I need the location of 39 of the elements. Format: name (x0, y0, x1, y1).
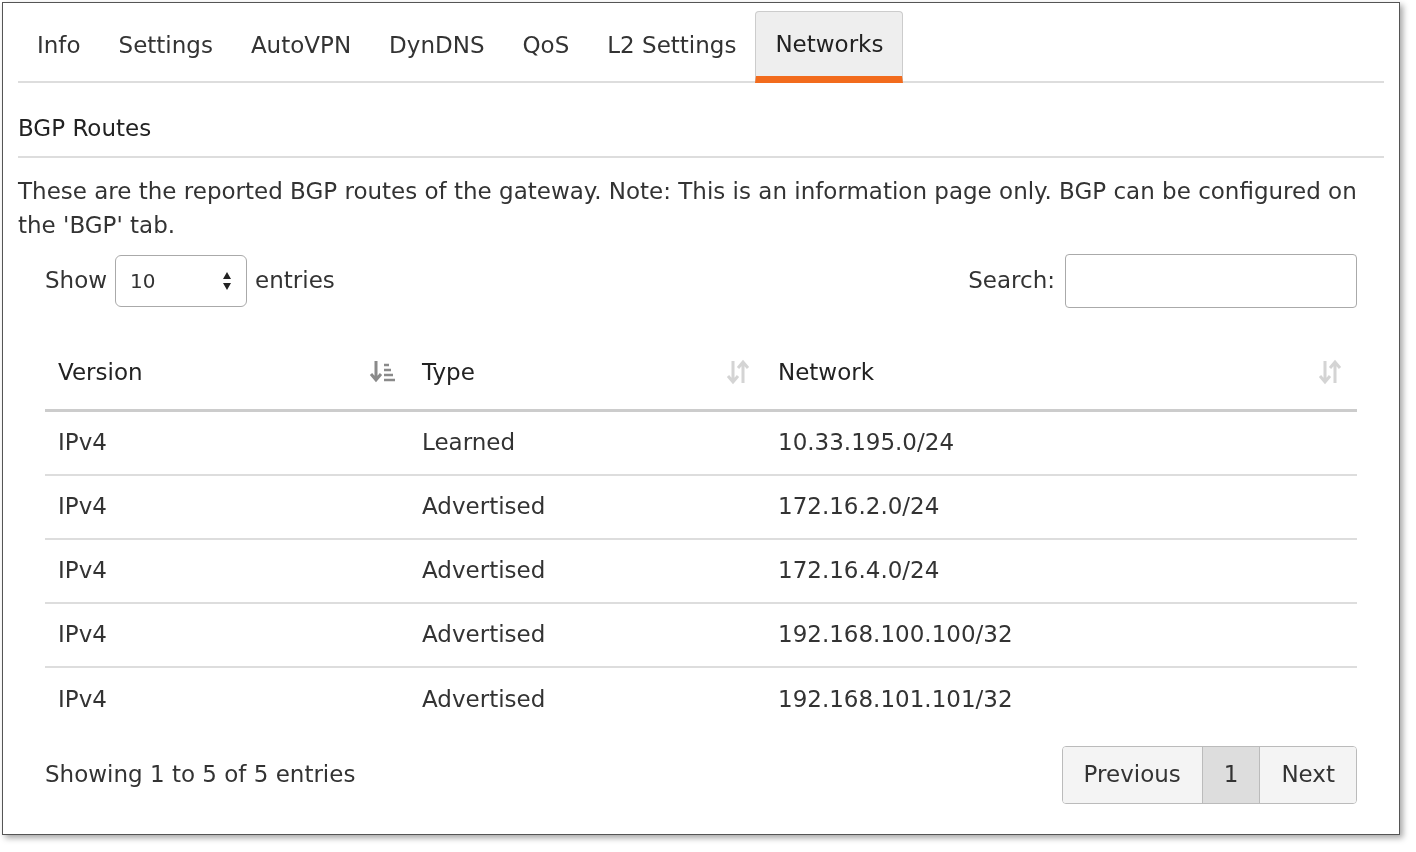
table-cell: Advertised (422, 557, 546, 584)
column-header[interactable]: Type (422, 354, 475, 390)
tab[interactable]: Info (18, 9, 100, 81)
table-cell: Advertised (422, 493, 546, 520)
tab[interactable]: L2 Settings (588, 9, 756, 81)
pagination-button[interactable]: 1 (1201, 746, 1260, 803)
search-label: Search: (968, 266, 1055, 296)
tab[interactable]: AutoVPN (231, 9, 371, 81)
tab[interactable]: Networks (755, 11, 904, 83)
tab[interactable]: DynDNS (370, 9, 504, 81)
table-cell: IPv4 (58, 621, 107, 648)
description-text: These are the reported BGP routes of the gateway. Note: This is an information page only. BGP can be configured on the 'BGP' tab. (18, 176, 1358, 240)
table-cell: 172.16.4.0/24 (778, 557, 940, 584)
column-header[interactable]: Version (58, 354, 143, 390)
table-cell: IPv4 (58, 686, 107, 713)
table-cell: Learned (422, 429, 516, 456)
show-label: Show (45, 266, 108, 296)
tab[interactable]: Settings (99, 9, 232, 81)
table-cell: IPv4 (58, 493, 107, 520)
entries-label: entries (255, 266, 335, 296)
table-cell: Advertised (422, 686, 546, 713)
table-cell: Advertised (422, 621, 546, 648)
sort-icon[interactable] (725, 359, 751, 385)
pagination-button[interactable]: Previous (1062, 746, 1202, 803)
table-cell: IPv4 (58, 429, 107, 456)
table-cell: 192.168.101.101/32 (778, 686, 1013, 713)
table-cell: 192.168.100.100/32 (778, 621, 1013, 648)
tab[interactable]: QoS (503, 9, 589, 81)
pagination-button[interactable]: Next (1259, 746, 1356, 803)
table-info-text: Showing 1 to 5 of 5 entries (45, 760, 356, 790)
section-title: BGP Routes (18, 83, 1384, 158)
table-cell: IPv4 (58, 557, 107, 584)
sort-icon[interactable] (1317, 359, 1343, 385)
search-field[interactable] (1065, 253, 1357, 308)
column-header[interactable]: Network (778, 354, 875, 390)
table-cell: 172.16.2.0/24 (778, 493, 940, 520)
entries-select[interactable]: 10 (115, 254, 248, 307)
sort-ascending-icon[interactable] (369, 359, 395, 385)
table-cell: 10.33.195.0/24 (778, 429, 954, 456)
